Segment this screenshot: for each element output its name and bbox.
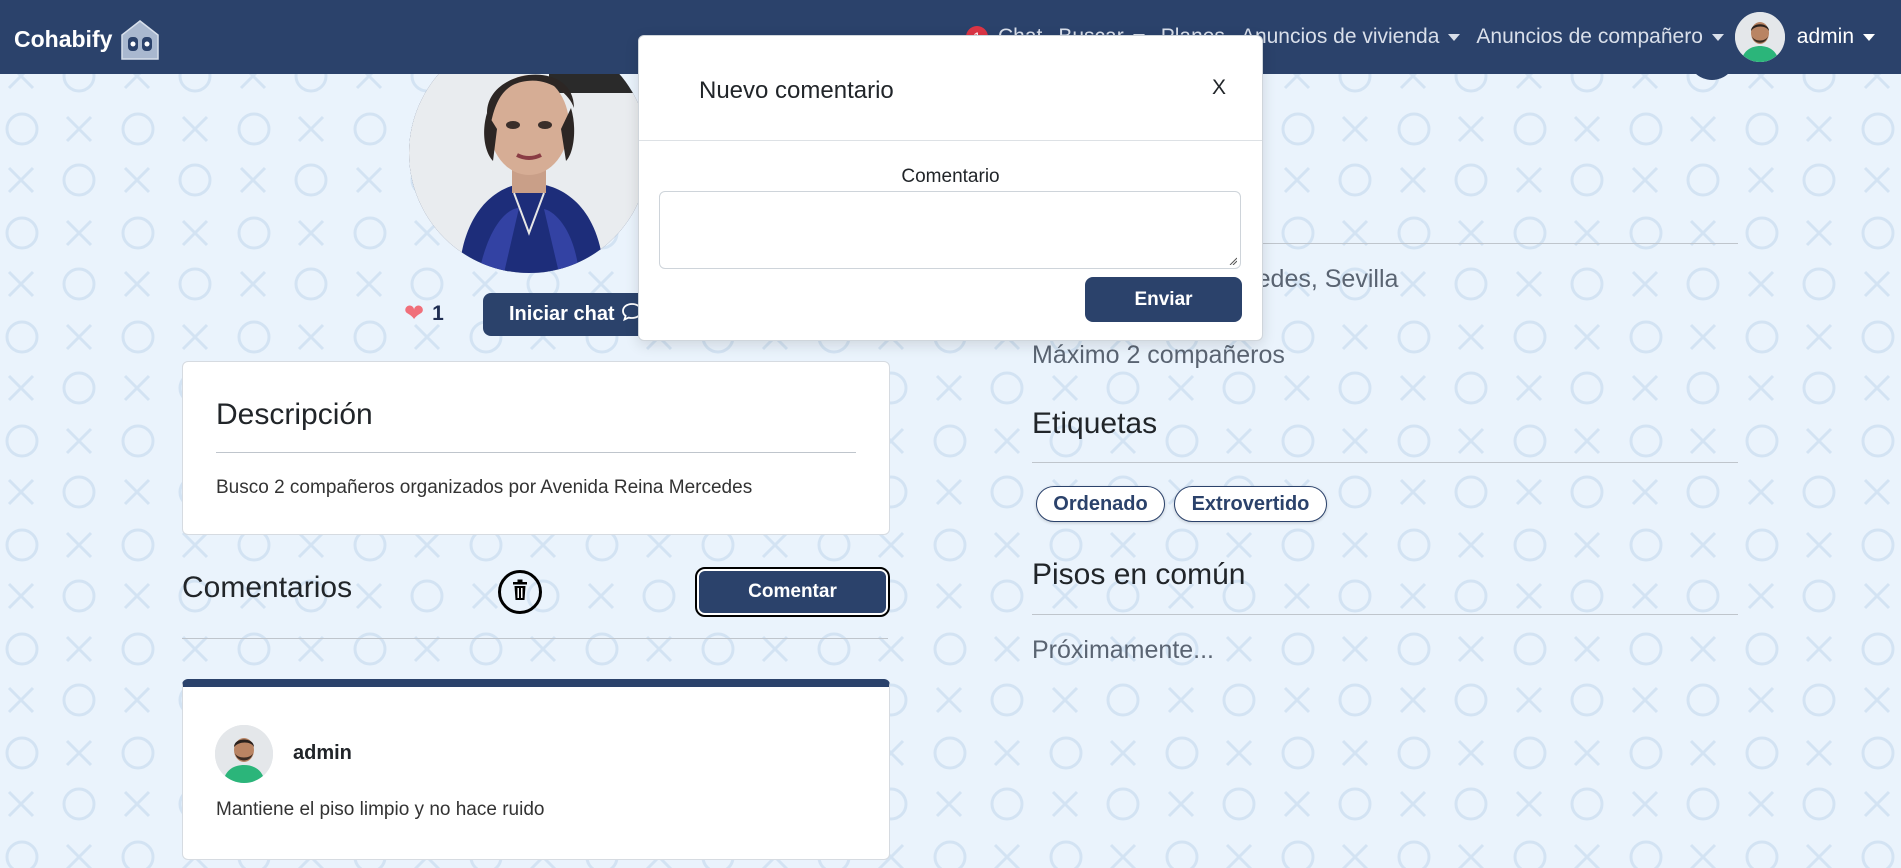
nav-housing-ads-dropdown[interactable]: Anuncios de vivienda: [1240, 25, 1461, 49]
max-roommates-text: Máximo 2 compañeros: [1032, 341, 1285, 369]
close-button[interactable]: X: [1212, 76, 1226, 100]
start-chat-label: Iniciar chat: [509, 303, 615, 325]
logo-icon: [118, 17, 162, 61]
caret-down-icon: [1711, 33, 1724, 41]
brand-name: Cohabify: [14, 25, 113, 52]
comment-button[interactable]: Comentar: [695, 567, 890, 617]
comment-text: Mantiene el piso limpio y no hace ruido: [216, 799, 545, 820]
caret-down-icon: [1863, 33, 1875, 41]
divider: [1032, 462, 1738, 463]
tag-chip: Extrovertido: [1174, 486, 1327, 522]
divider: [1032, 614, 1738, 615]
modal-title: Nuevo comentario: [699, 77, 894, 104]
submit-button[interactable]: Enviar: [1085, 277, 1242, 322]
nav-housing-ads-label: Anuncios de vivienda: [1240, 25, 1440, 48]
brand-link[interactable]: Cohabify: [14, 17, 162, 61]
new-comment-modal: Nuevo comentario X Comentario Enviar: [638, 35, 1263, 341]
coming-soon-text: Próximamente...: [1032, 636, 1215, 664]
description-card: Descripción Busco 2 compañeros organizad…: [182, 361, 890, 535]
user-menu-dropdown[interactable]: admin: [1734, 12, 1875, 62]
description-title: Descripción: [216, 398, 373, 431]
divider: [216, 452, 856, 453]
tags-title: Etiquetas: [1032, 407, 1158, 440]
tag-chip: Ordenado: [1036, 486, 1165, 522]
avatar: [1734, 12, 1785, 62]
trash-icon: [510, 579, 530, 606]
description-text: Busco 2 compañeros organizados por Aveni…: [216, 477, 753, 498]
divider: [639, 140, 1262, 141]
comment-card: admin Mantiene el piso limpio y no hace …: [182, 679, 890, 860]
divider: [182, 638, 888, 639]
comment-author[interactable]: admin: [293, 742, 352, 765]
delete-comments-button[interactable]: [498, 570, 542, 614]
nav-roommate-ads-dropdown[interactable]: Anuncios de compañero: [1476, 25, 1724, 49]
resize-grip-icon[interactable]: [1229, 257, 1237, 265]
likes-count: 1: [432, 301, 444, 325]
caret-down-icon: [1448, 33, 1461, 41]
likes-counter[interactable]: ❤ 1: [404, 299, 444, 328]
comment-textarea[interactable]: [659, 191, 1241, 269]
nav-roommate-ads-label: Anuncios de compañero: [1476, 25, 1703, 48]
comment-field-label: Comentario: [901, 166, 1000, 187]
shared-flats-title: Pisos en común: [1032, 558, 1246, 591]
comments-title: Comentarios: [182, 571, 353, 604]
comment-avatar: [215, 725, 273, 783]
heart-icon[interactable]: ❤: [404, 299, 424, 328]
user-name: admin: [1796, 25, 1854, 48]
